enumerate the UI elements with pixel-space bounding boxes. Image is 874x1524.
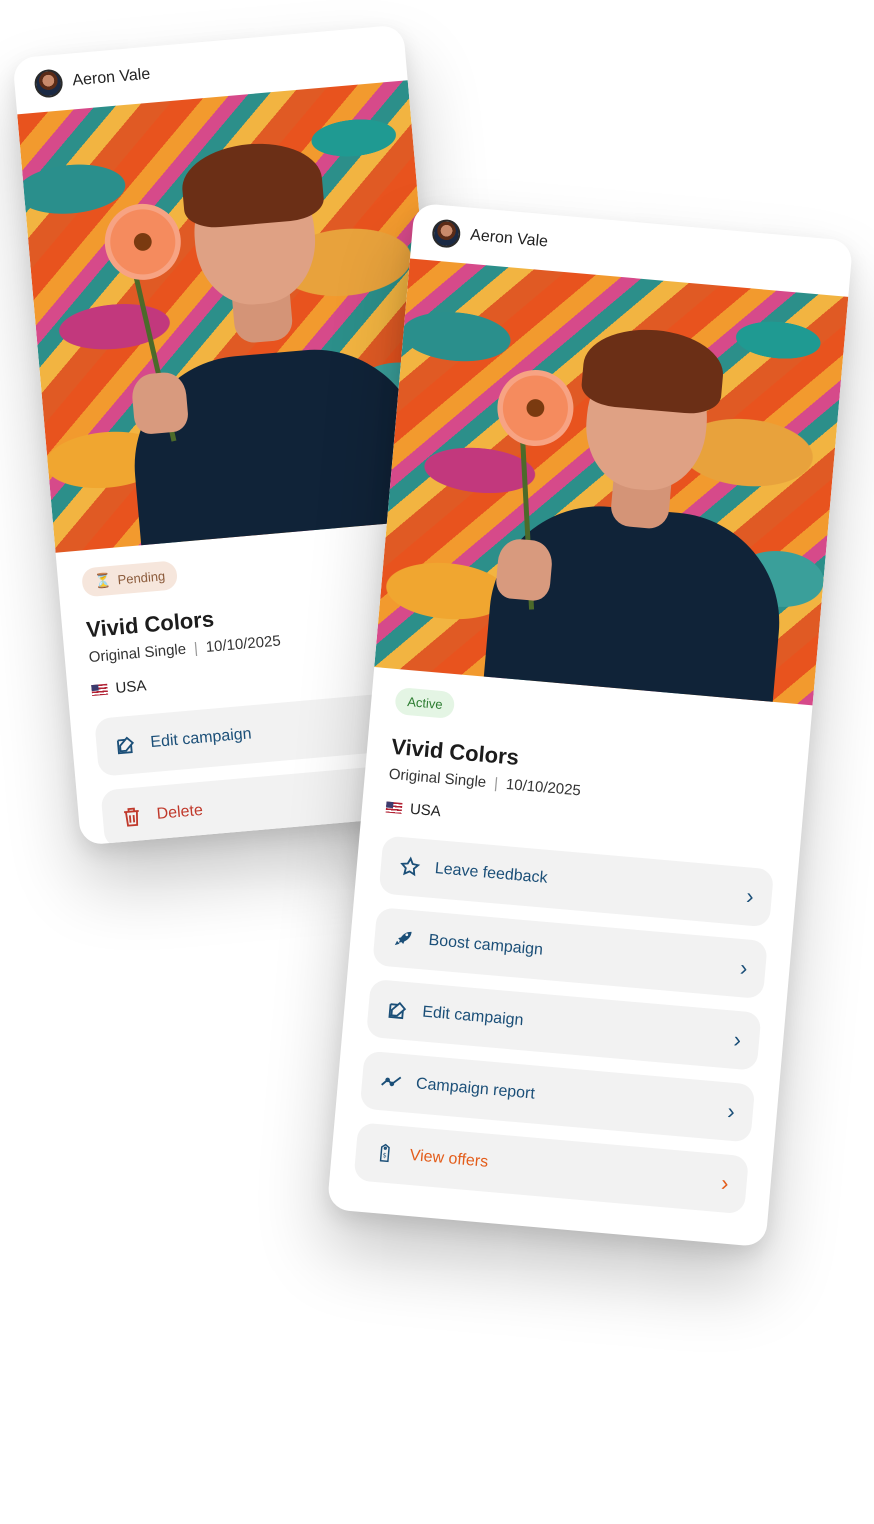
release-type: Original Single [388, 765, 487, 792]
artist-photo [474, 267, 809, 706]
trash-icon [120, 805, 144, 829]
avatar[interactable] [431, 218, 462, 249]
flower [101, 200, 184, 284]
user-name: Aeron Vale [71, 65, 151, 90]
chevron-right-icon: › [745, 883, 755, 909]
action-label: Leave feedback [434, 860, 549, 887]
separator: | [493, 774, 499, 793]
action-list: Leave feedback › Boost campaign › Edit c… [353, 835, 775, 1215]
status-label: Active [406, 694, 444, 713]
country-label: USA [409, 800, 442, 821]
release-date: 10/10/2025 [205, 632, 282, 656]
artist-photo [93, 82, 432, 553]
release-type: Original Single [88, 640, 187, 667]
us-flag-icon [91, 683, 109, 697]
us-flag-icon [385, 801, 403, 814]
action-label: View offers [409, 1146, 489, 1171]
action-label: Boost campaign [427, 931, 544, 959]
flower [494, 366, 577, 450]
release-date: 10/10/2025 [505, 775, 582, 800]
chevron-right-icon: › [732, 1026, 743, 1053]
user-name: Aeron Vale [469, 226, 549, 251]
action-label: Campaign report [415, 1075, 536, 1103]
status-badge: Active [394, 686, 456, 720]
avatar[interactable] [33, 68, 64, 99]
chevron-right-icon: › [720, 1170, 730, 1196]
svg-text:$: $ [382, 1151, 387, 1159]
cover-image [17, 80, 447, 553]
stage: Aeron Vale ⏳ Pending Vivid Colors Origin… [0, 0, 874, 1524]
hourglass-icon: ⏳ [93, 571, 113, 590]
status-label: Pending [116, 568, 166, 588]
chevron-right-icon: › [726, 1098, 736, 1125]
separator: | [193, 639, 199, 657]
campaign-card-active: Aeron Vale Active Vivid Colors Original … [326, 202, 854, 1248]
action-label: Edit campaign [421, 1003, 525, 1030]
card-body: Active Vivid Colors Original Single | 10… [328, 667, 813, 1236]
star-icon [398, 855, 422, 879]
rocket-icon [392, 927, 416, 951]
price-tag-icon: $ [373, 1142, 397, 1166]
status-badge: ⏳ Pending [81, 560, 179, 598]
country-label: USA [114, 677, 148, 697]
edit-icon [114, 733, 138, 757]
cover-image [374, 258, 849, 706]
edit-icon [385, 998, 409, 1022]
chevron-right-icon: › [739, 955, 749, 981]
trend-line-icon [379, 1070, 403, 1094]
